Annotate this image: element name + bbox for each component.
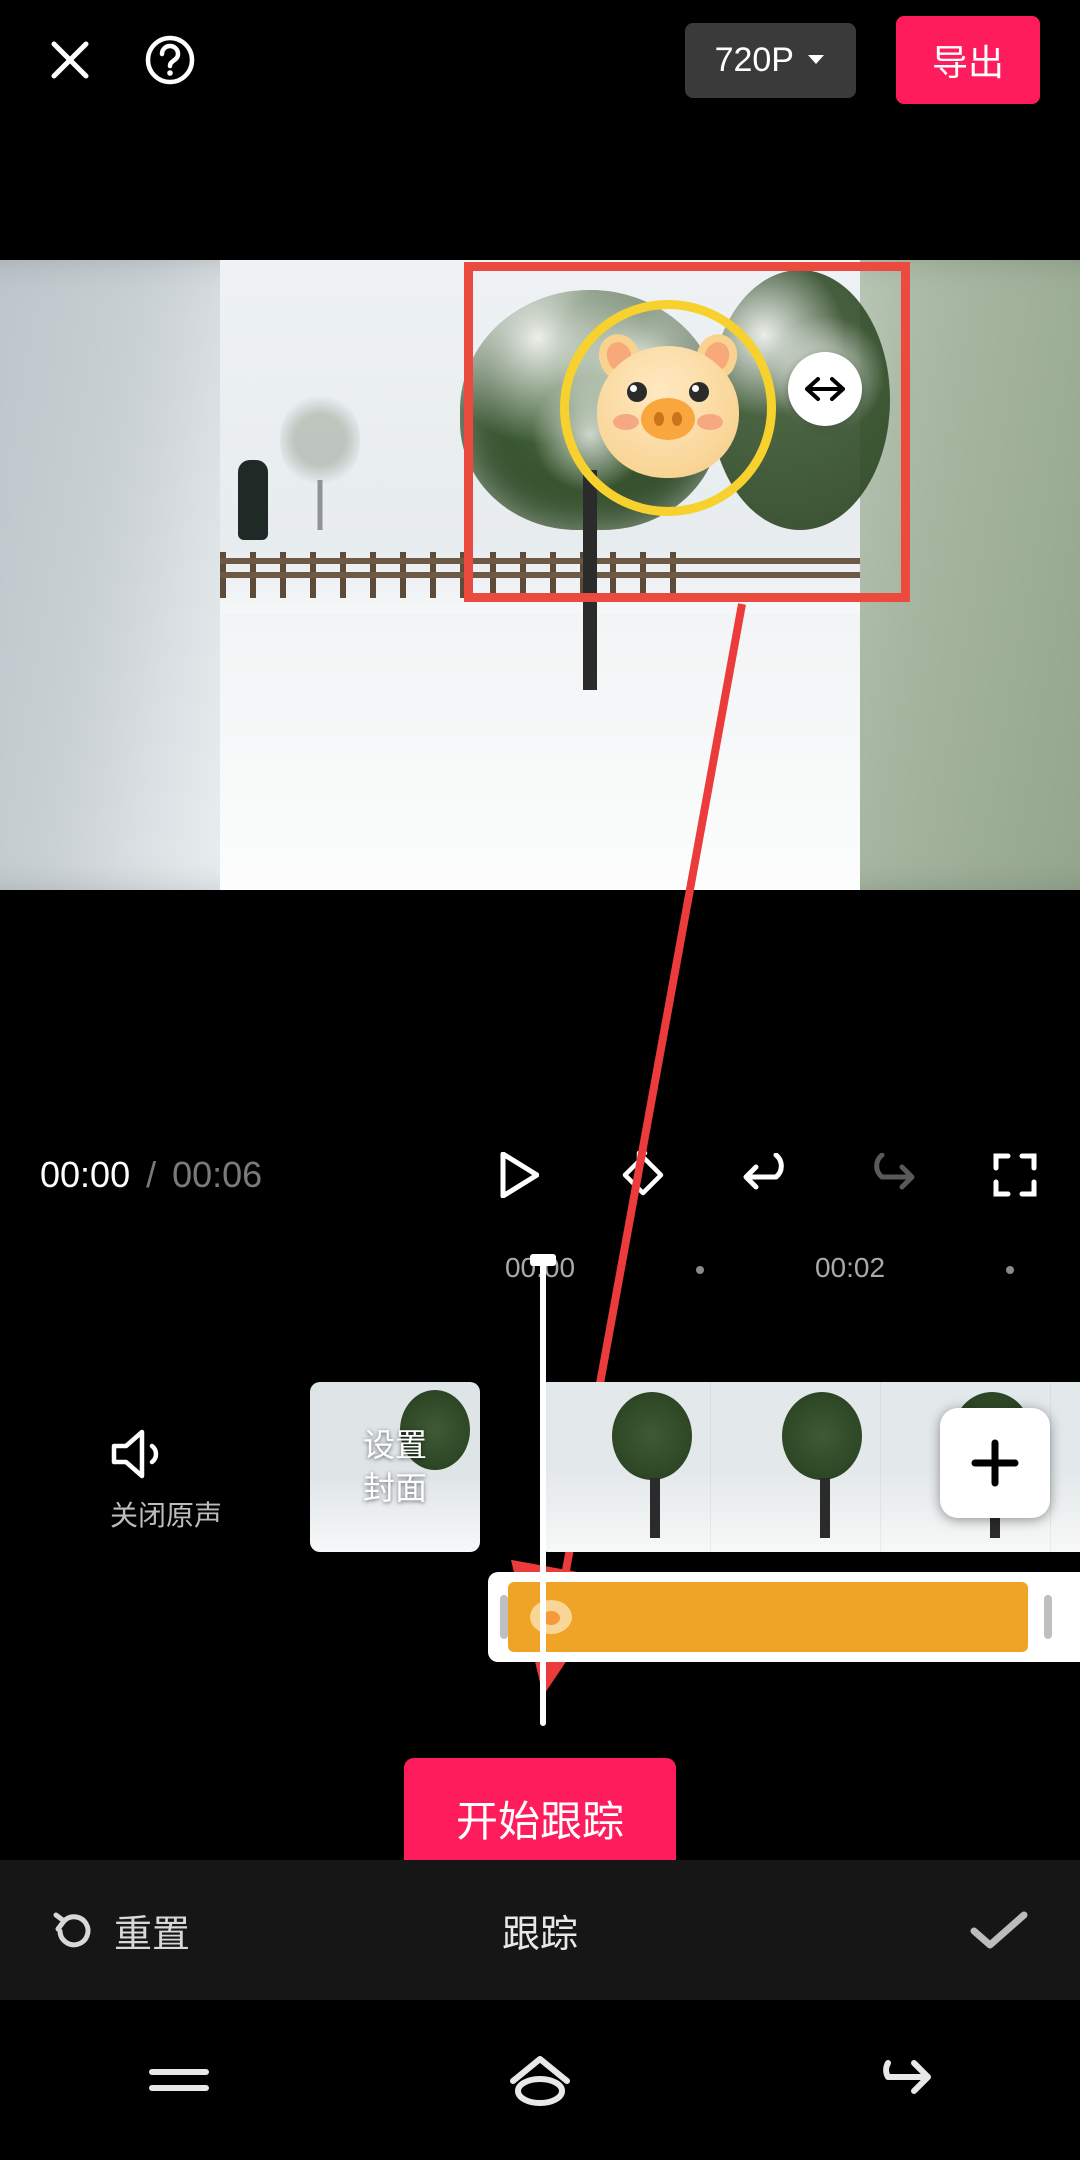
mute-audio-button[interactable]: 关闭原声 (110, 1428, 222, 1534)
total-duration: 00:06 (172, 1154, 262, 1196)
time-separator: / (146, 1154, 156, 1196)
clip-handle-right[interactable] (1028, 1572, 1068, 1662)
playhead[interactable] (540, 1256, 546, 1726)
resolution-label: 720P (715, 41, 794, 80)
nav-home-icon[interactable] (505, 2053, 575, 2107)
plus-icon (969, 1437, 1021, 1489)
clip-frame (710, 1382, 880, 1552)
reset-label: 重置 (114, 1903, 190, 1958)
sticker-track[interactable] (488, 1572, 1080, 1662)
clip-frame (1050, 1382, 1080, 1552)
confirm-button[interactable] (968, 1907, 1030, 1953)
playback-controls: 00:00 / 00:06 (0, 1120, 1080, 1230)
clip-frame (540, 1382, 710, 1552)
nav-menu-icon[interactable] (146, 2060, 212, 2100)
speaker-icon (110, 1428, 168, 1480)
ruler-dot (696, 1266, 704, 1274)
chevron-down-icon (806, 53, 826, 67)
timeline[interactable]: 关闭原声 设置 封面 (0, 1342, 1080, 1702)
export-button[interactable]: 导出 (896, 16, 1040, 104)
fullscreen-icon[interactable] (990, 1150, 1040, 1200)
add-clip-button[interactable] (940, 1408, 1050, 1518)
start-tracking-label: 开始跟踪 (456, 1798, 624, 1845)
resolution-selector[interactable]: 720P (685, 23, 856, 98)
pig-sticker-mini-icon (528, 1598, 574, 1636)
panel-title: 跟踪 (502, 1903, 578, 1958)
reset-icon (50, 1907, 96, 1953)
play-icon[interactable] (494, 1150, 544, 1200)
keyframe-icon[interactable] (618, 1150, 668, 1200)
cover-thumbnail[interactable]: 设置 封面 (310, 1382, 480, 1552)
system-navbar (0, 2000, 1080, 2160)
resize-handle-icon[interactable] (788, 352, 862, 426)
current-time: 00:00 (40, 1154, 130, 1196)
check-icon (968, 1907, 1030, 1953)
cover-label: 设置 封面 (363, 1424, 427, 1510)
sticker-overlay[interactable] (560, 300, 776, 516)
undo-icon[interactable] (742, 1150, 792, 1200)
clip-handle-left[interactable] (500, 1595, 508, 1639)
pig-sticker (593, 338, 743, 478)
reset-button[interactable]: 重置 (50, 1903, 190, 1958)
ruler-dot (1006, 1266, 1014, 1274)
sticker-clip[interactable] (508, 1582, 1028, 1652)
mute-label: 关闭原声 (110, 1494, 222, 1534)
redo-icon[interactable] (866, 1150, 916, 1200)
ruler-tick-1: 00:02 (815, 1252, 885, 1284)
help-icon[interactable] (140, 30, 200, 90)
close-icon[interactable] (40, 30, 100, 90)
video-preview[interactable] (0, 260, 1080, 890)
panel-bar: 重置 跟踪 (0, 1860, 1080, 2000)
nav-back-icon[interactable] (868, 2055, 934, 2105)
export-label: 导出 (932, 42, 1004, 83)
video-frame (220, 260, 860, 890)
header-bar: 720P 导出 (0, 0, 1080, 120)
